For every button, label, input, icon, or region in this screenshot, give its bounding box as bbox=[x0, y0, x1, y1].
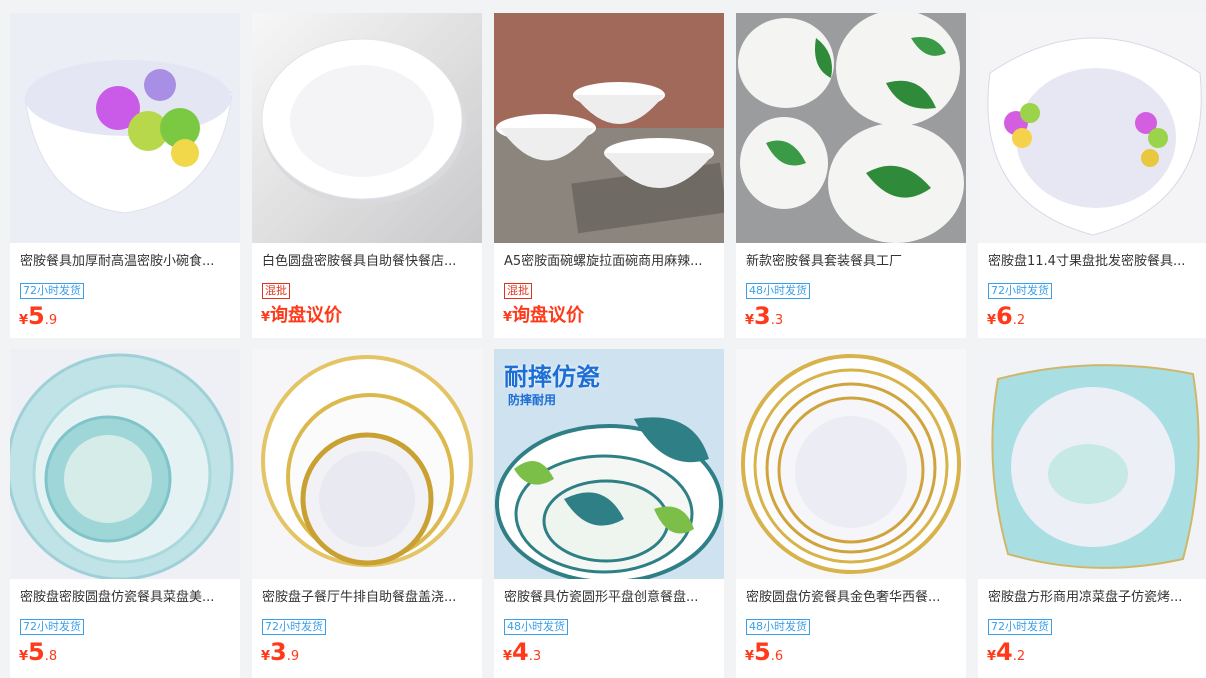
product-card[interactable]: 白色圆盘密胺餐具自助餐快餐店... 混批 ¥询盘议价 bbox=[252, 13, 482, 338]
currency-symbol: ¥ bbox=[261, 649, 271, 664]
price-decimal: .9 bbox=[286, 649, 300, 664]
currency-symbol: ¥ bbox=[987, 649, 997, 664]
product-price: ¥4.3 bbox=[503, 637, 714, 667]
product-title[interactable]: A5密胺面碗螺旋拉面碗商用麻辣... bbox=[504, 253, 714, 271]
product-card[interactable]: 密胺餐具加厚耐高温密胺小碗食... 72小时发货 ¥5.9 bbox=[10, 13, 240, 338]
price-integer: 4 bbox=[996, 638, 1013, 666]
product-price: ¥6.2 bbox=[987, 301, 1198, 331]
product-price: ¥3.9 bbox=[261, 637, 472, 667]
price-integer: 3 bbox=[270, 638, 287, 666]
product-image[interactable] bbox=[494, 13, 724, 243]
product-price: ¥3.3 bbox=[745, 301, 956, 331]
mixed-batch-badge: 混批 bbox=[504, 283, 532, 299]
shipping-badge: 48小时发货 bbox=[746, 283, 810, 299]
gold-nested-plates-icon bbox=[736, 349, 966, 579]
flower-plate-icon bbox=[978, 13, 1206, 243]
shipping-badge: 72小时发货 bbox=[20, 283, 84, 299]
product-price: ¥询盘议价 bbox=[261, 301, 472, 331]
product-title[interactable]: 密胺餐具仿瓷圆形平盘创意餐盘... bbox=[504, 589, 714, 607]
price-integer: 4 bbox=[512, 638, 529, 666]
white-plate-icon bbox=[252, 13, 482, 243]
product-image[interactable] bbox=[736, 349, 966, 579]
product-card[interactable]: 新款密胺餐具套装餐具工厂 48小时发货 ¥3.3 bbox=[736, 13, 966, 338]
bowl-flower-icon bbox=[10, 13, 240, 243]
currency-symbol: ¥ bbox=[19, 313, 29, 328]
price-decimal: .3 bbox=[528, 649, 542, 664]
product-image[interactable]: 耐摔仿瓷 防摔耐用 bbox=[494, 349, 724, 579]
price-integer: 5 bbox=[28, 302, 45, 330]
currency-symbol: ¥ bbox=[261, 310, 271, 325]
price-decimal: .8 bbox=[44, 649, 58, 664]
price-integer: 3 bbox=[754, 302, 771, 330]
product-price: ¥5.8 bbox=[19, 637, 230, 667]
product-title[interactable]: 密胺盘子餐厅牛排自助餐盘盖浇... bbox=[262, 589, 472, 607]
promo-slogan: 耐摔仿瓷 bbox=[504, 363, 600, 391]
currency-symbol: ¥ bbox=[19, 649, 29, 664]
product-card[interactable]: 密胺盘方形商用凉菜盘子仿瓷烤... 72小时发货 ¥4.2 bbox=[978, 349, 1206, 678]
currency-symbol: ¥ bbox=[745, 649, 755, 664]
product-price: ¥询盘议价 bbox=[503, 301, 714, 331]
shipping-badge: 72小时发货 bbox=[262, 619, 326, 635]
product-title[interactable]: 密胺餐具加厚耐高温密胺小碗食... bbox=[20, 253, 230, 271]
price-decimal: .2 bbox=[1012, 649, 1026, 664]
product-card[interactable]: 密胺盘密胺圆盘仿瓷餐具菜盘美... 72小时发货 ¥5.8 bbox=[10, 349, 240, 678]
price-inquiry[interactable]: 询盘议价 bbox=[512, 305, 584, 326]
currency-symbol: ¥ bbox=[745, 313, 755, 328]
product-title[interactable]: 密胺圆盘仿瓷餐具金色奢华西餐... bbox=[746, 589, 956, 607]
stacked-bowls-icon bbox=[494, 13, 724, 243]
product-title[interactable]: 白色圆盘密胺餐具自助餐快餐店... bbox=[262, 253, 472, 271]
shipping-badge: 72小时发货 bbox=[988, 619, 1052, 635]
currency-symbol: ¥ bbox=[503, 310, 513, 325]
price-decimal: .3 bbox=[770, 313, 784, 328]
gold-rim-plates-icon bbox=[252, 349, 482, 579]
price-decimal: .6 bbox=[770, 649, 784, 664]
price-integer: 5 bbox=[754, 638, 771, 666]
currency-symbol: ¥ bbox=[987, 313, 997, 328]
product-image[interactable] bbox=[736, 13, 966, 243]
currency-symbol: ¥ bbox=[503, 649, 513, 664]
product-card[interactable]: A5密胺面碗螺旋拉面碗商用麻辣... 混批 ¥询盘议价 bbox=[494, 13, 724, 338]
product-image[interactable] bbox=[978, 349, 1206, 579]
price-integer: 6 bbox=[996, 302, 1013, 330]
product-title[interactable]: 新款密胺餐具套装餐具工厂 bbox=[746, 253, 956, 271]
shipping-badge: 48小时发货 bbox=[504, 619, 568, 635]
promo-subtitle: 防摔耐用 bbox=[508, 393, 557, 407]
mixed-batch-badge: 混批 bbox=[262, 283, 290, 299]
product-image[interactable] bbox=[252, 13, 482, 243]
product-image[interactable] bbox=[10, 349, 240, 579]
product-card[interactable]: 密胺圆盘仿瓷餐具金色奢华西餐... 48小时发货 ¥5.6 bbox=[736, 349, 966, 678]
product-image[interactable] bbox=[978, 13, 1206, 243]
price-decimal: .2 bbox=[1012, 313, 1026, 328]
product-image[interactable] bbox=[252, 349, 482, 579]
price-inquiry[interactable]: 询盘议价 bbox=[270, 305, 342, 326]
product-card[interactable]: 密胺盘子餐厅牛排自助餐盘盖浇... 72小时发货 ¥3.9 bbox=[252, 349, 482, 678]
shipping-badge: 72小时发货 bbox=[988, 283, 1052, 299]
shipping-badge: 48小时发货 bbox=[746, 619, 810, 635]
square-plate-icon bbox=[978, 349, 1206, 579]
product-image[interactable] bbox=[10, 13, 240, 243]
product-card[interactable]: 密胺盘11.4寸果盘批发密胺餐具... 72小时发货 ¥6.2 bbox=[978, 13, 1206, 338]
shipping-badge: 72小时发货 bbox=[20, 619, 84, 635]
product-grid: 密胺餐具加厚耐高温密胺小碗食... 72小时发货 ¥5.9 白色圆盘密胺餐具自助… bbox=[0, 0, 1206, 678]
product-card[interactable]: 耐摔仿瓷 防摔耐用 密胺餐具仿瓷圆形平盘创意餐盘... 48小时发货 ¥4.3 bbox=[494, 349, 724, 678]
teal-plates-icon bbox=[10, 349, 240, 579]
product-title[interactable]: 密胺盘密胺圆盘仿瓷餐具菜盘美... bbox=[20, 589, 230, 607]
leaf-bowls-icon bbox=[736, 13, 966, 243]
price-integer: 5 bbox=[28, 638, 45, 666]
product-price: ¥5.9 bbox=[19, 301, 230, 331]
product-title[interactable]: 密胺盘11.4寸果盘批发密胺餐具... bbox=[988, 253, 1198, 271]
product-price: ¥4.2 bbox=[987, 637, 1198, 667]
product-price: ¥5.6 bbox=[745, 637, 956, 667]
price-decimal: .9 bbox=[44, 313, 58, 328]
product-title[interactable]: 密胺盘方形商用凉菜盘子仿瓷烤... bbox=[988, 589, 1198, 607]
